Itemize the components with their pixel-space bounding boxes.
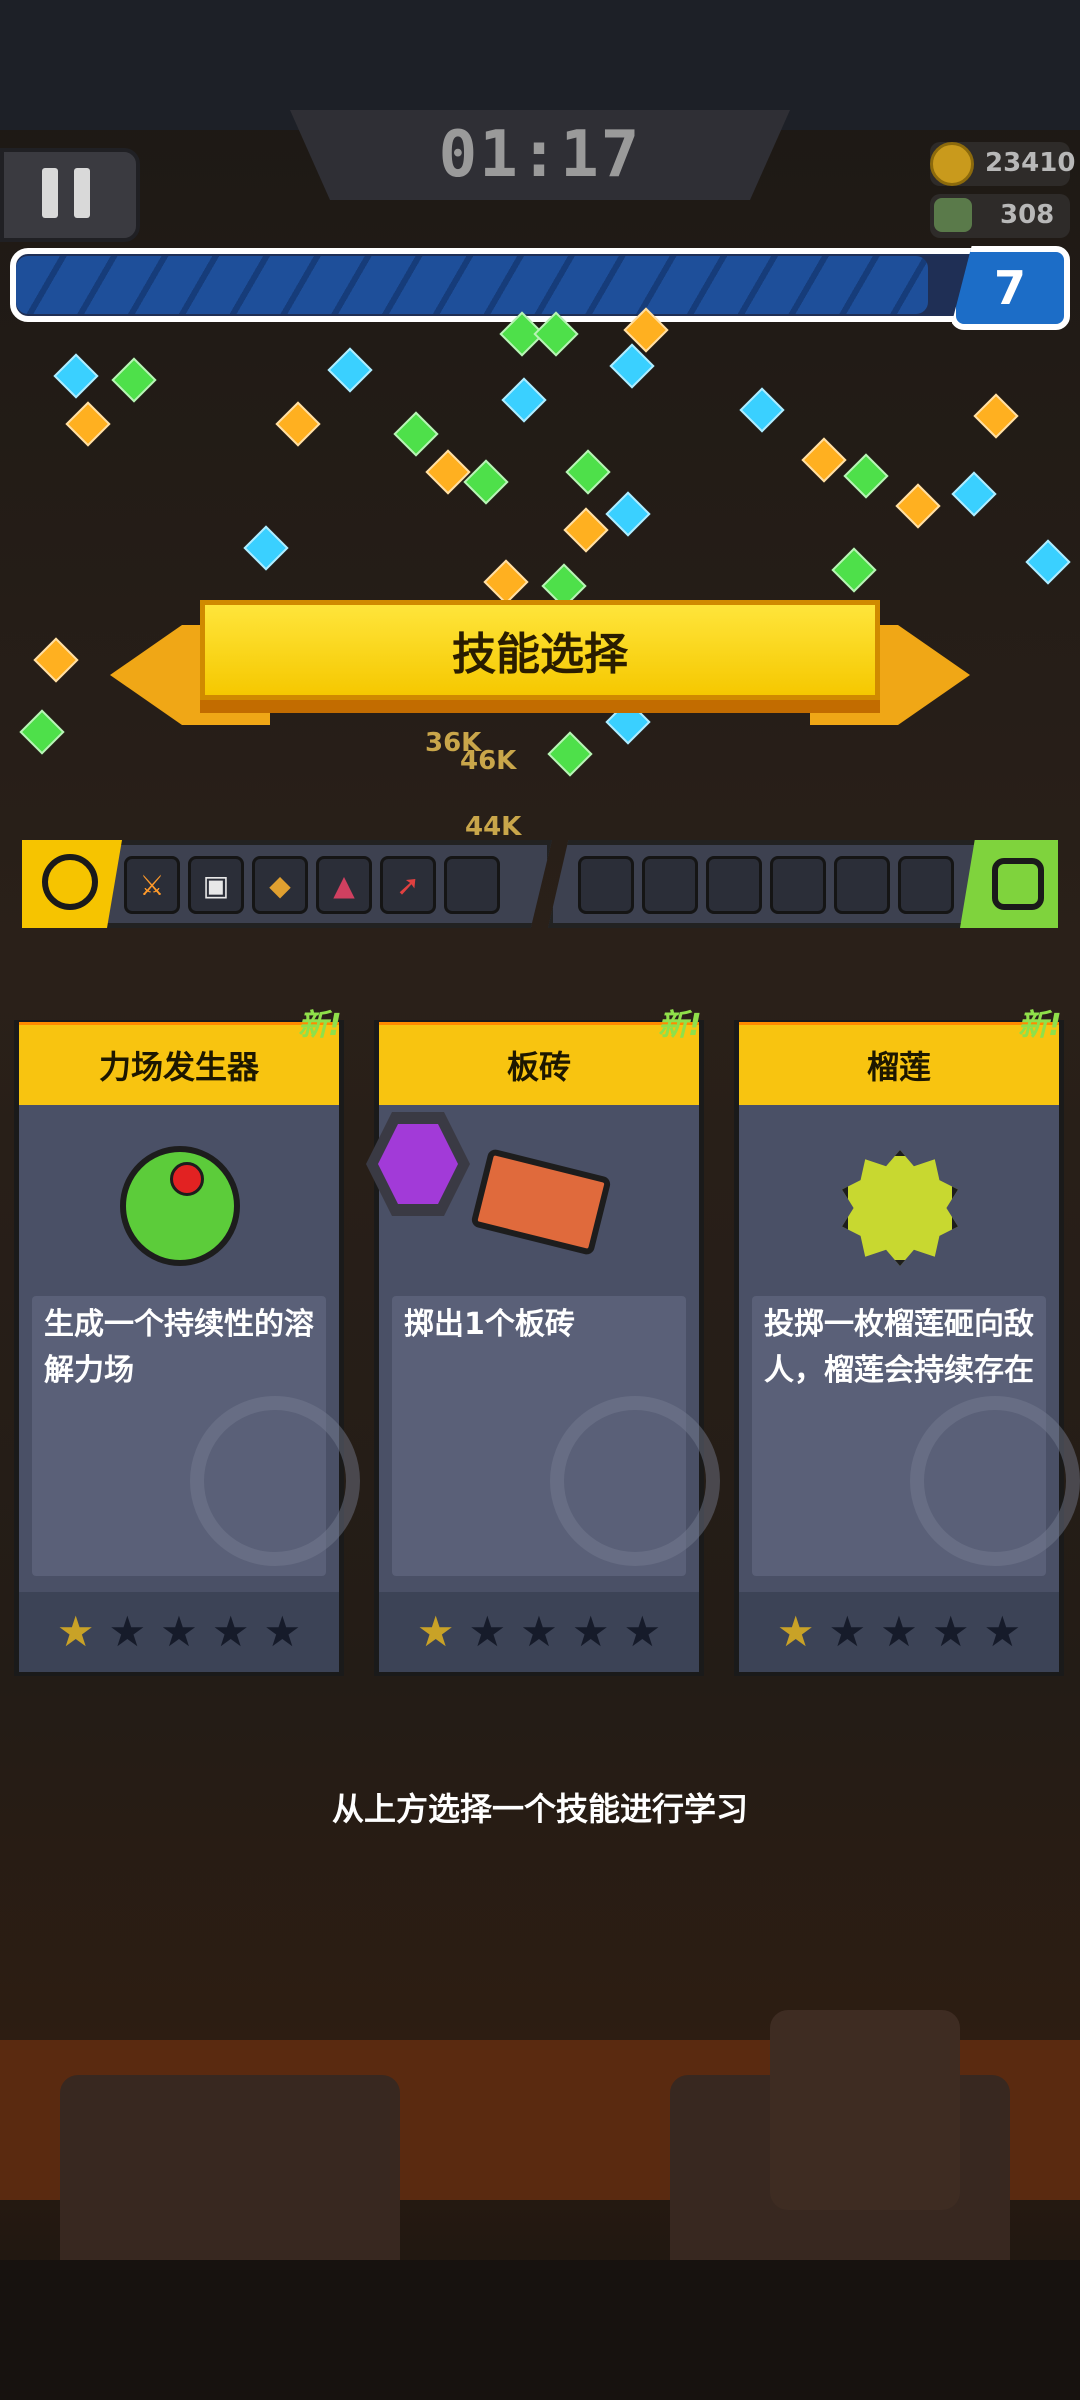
rock (60, 2075, 400, 2285)
skill-select-banner: 技能选择 (200, 600, 880, 700)
weapon-tab (22, 840, 122, 928)
selection-hint: 从上方选择一个技能进行学习 (331, 1790, 748, 1828)
star-icon: ★ (880, 1607, 918, 1656)
force-field-icon (120, 1146, 240, 1266)
card-title: 板砖 (379, 1025, 699, 1105)
passive-slot-empty (898, 856, 954, 914)
weapon-slot: ⚔ (124, 856, 180, 914)
damage-number: 46K (460, 746, 517, 776)
star-icon: ★ (211, 1607, 250, 1656)
weapon-slot-empty (444, 856, 500, 914)
card-description: 生成一个持续性的溶解力场 (44, 1307, 314, 1388)
weapon-slot: ➚ (380, 856, 436, 914)
weapon-slot: ◆ (252, 856, 308, 914)
damage-number: 44K (465, 812, 522, 842)
star-icon: ★ (468, 1607, 507, 1656)
star-icon: ★ (623, 1607, 662, 1656)
passive-slot-empty (770, 856, 826, 914)
rock (770, 2010, 960, 2210)
star-rating: ★ ★ ★ ★ ★ (379, 1592, 699, 1672)
weapon-slot: ▣ (188, 856, 244, 914)
crosshair-watermark-icon (190, 1396, 360, 1566)
passive-slot-empty (578, 856, 634, 914)
pause-icon (74, 168, 90, 218)
new-tag: 新! (1018, 1008, 1062, 1043)
crosshair-watermark-icon (910, 1396, 1080, 1566)
skull-icon (934, 198, 972, 232)
new-tag: 新! (298, 1008, 342, 1043)
red-orb (170, 1162, 204, 1196)
card-description: 掷出1个板砖 (404, 1307, 575, 1342)
xp-progress-fill (16, 256, 928, 314)
star-icon: ★ (571, 1607, 610, 1656)
star-icon: ★ (931, 1607, 970, 1656)
passive-slot-empty (642, 856, 698, 914)
cone-icon: ▲ (333, 868, 355, 902)
star-icon-filled: ★ (776, 1607, 815, 1656)
passive-tab (960, 840, 1058, 928)
star-icon-filled: ★ (56, 1607, 95, 1656)
coin-icon (930, 142, 974, 186)
card-title: 榴莲 (739, 1025, 1059, 1105)
star-rating: ★ ★ ★ ★ ★ (739, 1592, 1059, 1672)
pause-button[interactable] (0, 148, 140, 242)
bottom-shadow (0, 2260, 1080, 2400)
card-title: 力场发生器 (19, 1025, 339, 1105)
card-description: 投掷一枚榴莲砸向敌人，榴莲会持续存在 (764, 1307, 1034, 1388)
passive-slot-empty (834, 856, 890, 914)
star-icon: ★ (108, 1607, 147, 1656)
new-tag: 新! (658, 1008, 702, 1043)
loop-icon (992, 858, 1044, 910)
star-rating: ★ ★ ★ ★ ★ (19, 1592, 339, 1672)
rocket-icon: ➚ (396, 868, 420, 902)
star-icon: ★ (828, 1607, 867, 1656)
crosshair-icon (42, 854, 98, 910)
star-icon: ★ (520, 1607, 558, 1656)
star-icon-filled: ★ (416, 1607, 455, 1656)
star-icon: ★ (160, 1607, 198, 1656)
sword-icon: ⚔ (139, 868, 165, 902)
game-timer: 01:17 (438, 118, 642, 192)
star-icon: ★ (983, 1607, 1022, 1656)
coin-count: 23410 (985, 148, 1076, 178)
kill-count: 308 (1000, 200, 1055, 230)
passive-slot-empty (706, 856, 762, 914)
star-icon: ★ (263, 1607, 302, 1656)
crosshair-watermark-icon (550, 1396, 720, 1566)
pause-icon (42, 168, 58, 218)
weapon-slot: ▲ (316, 856, 372, 914)
drill-icon: ◆ (269, 868, 291, 902)
robot-icon: ▣ (202, 868, 230, 902)
